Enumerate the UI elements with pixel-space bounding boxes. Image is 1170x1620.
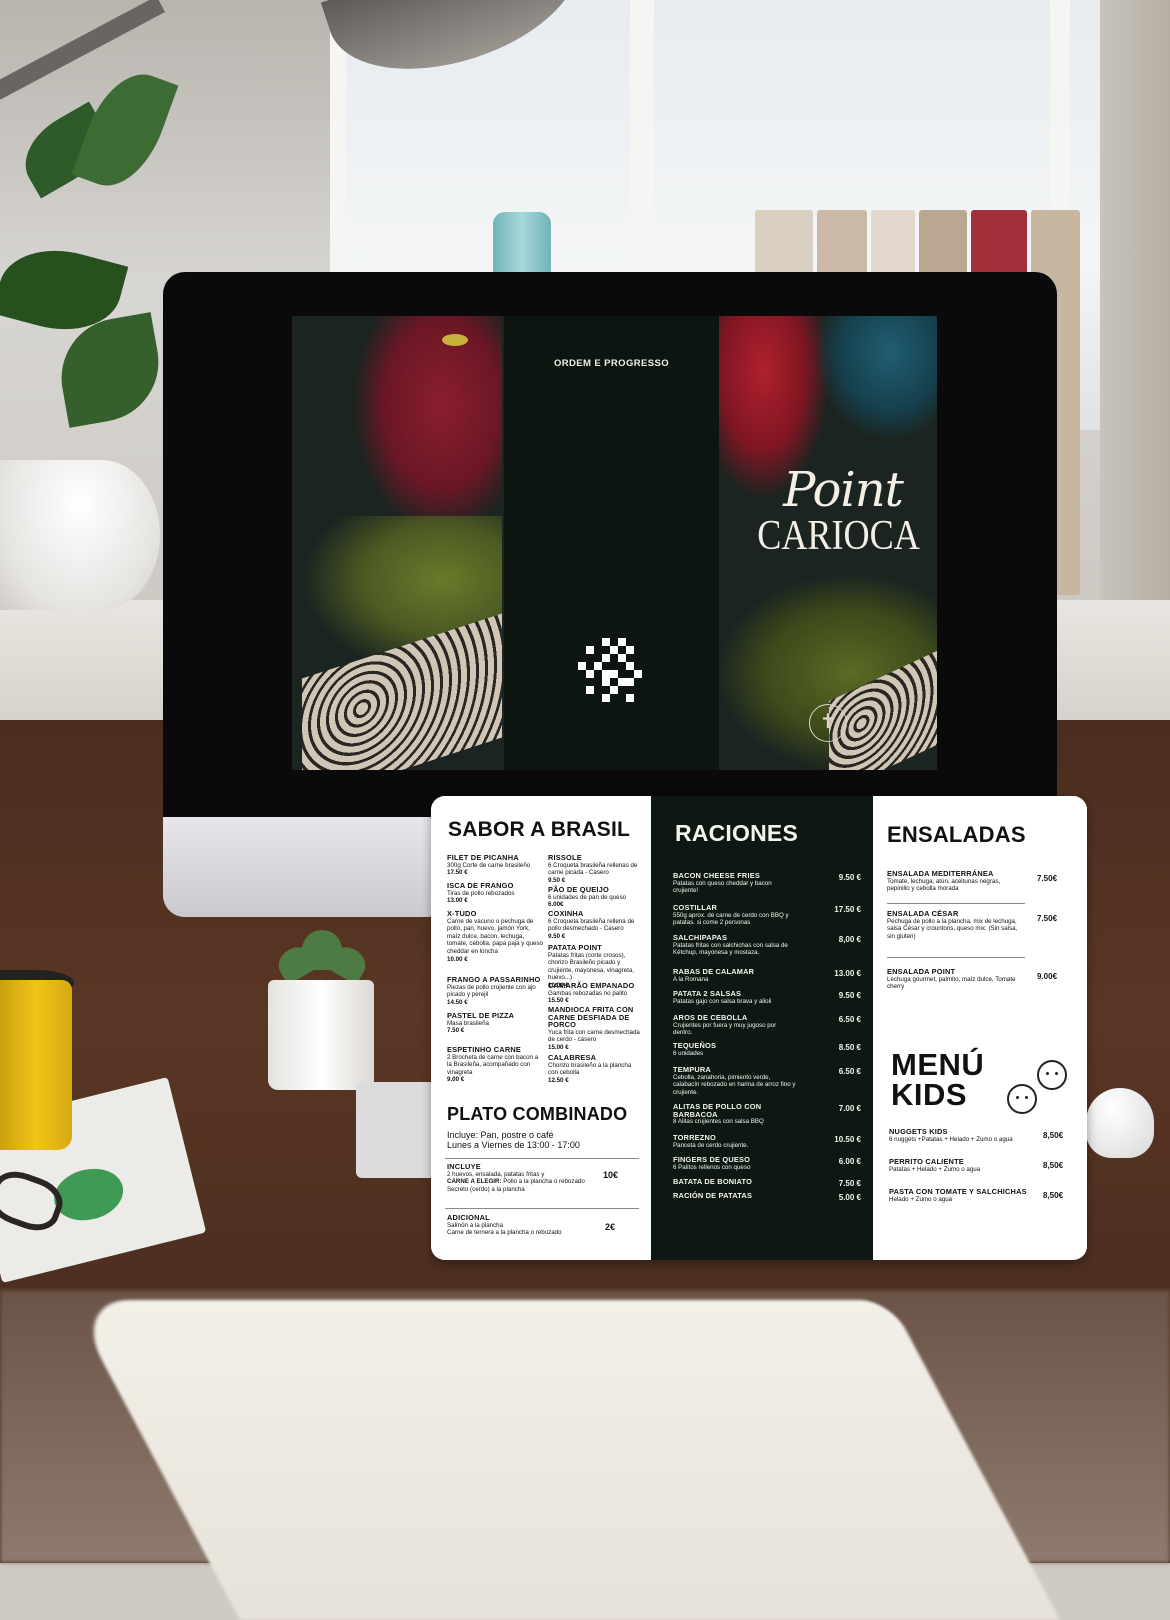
menu-item: X-TUDO Carne de vacuno o pechuga de pollo…: [447, 909, 543, 963]
menu-item: ISCA DE FRANGO Tiras de pollo rebozados 13…: [447, 881, 515, 905]
brand-caps: CARIOCA: [757, 513, 921, 559]
combinado-price: 10€: [603, 1170, 619, 1180]
item-price: 8,00 €: [838, 935, 861, 944]
divider: [887, 957, 1025, 958]
item-price: 6.50 €: [838, 1015, 861, 1024]
item-price: 7.00 €: [838, 1104, 861, 1113]
divider: [445, 1208, 639, 1209]
item-price: 5.00 €: [838, 1193, 861, 1202]
cover-left-panel: [292, 316, 504, 770]
christ-redeemer-icon: ✝: [809, 704, 847, 742]
item-price: 8.50 €: [838, 1043, 861, 1052]
menu-item: RISSOLE 6 Croqueta brasileña rellenas de …: [548, 853, 638, 884]
menu-card: SABOR A BRASIL FILET DE PICANHA 300g Cort…: [431, 796, 1087, 1260]
leopard-eye: [442, 334, 468, 346]
item-price: 10.50 €: [834, 1135, 861, 1144]
item-price: 7.50€: [1037, 874, 1058, 883]
menu-item: FINGERS DE QUESO 6 Palitos rellenos con q…: [673, 1155, 751, 1171]
menu-item: ESPETINHO CARNE 2 Brocheta de carne con b…: [447, 1045, 539, 1084]
menu-item: TEQUEÑOS 6 unidades: [673, 1041, 717, 1057]
leopard-illustration: [352, 316, 502, 536]
item-price: 8,50€: [1043, 1131, 1064, 1140]
cover-front-panel: Point CARIOCA ✝: [719, 316, 937, 770]
menu-item: TEMPURA Cebolla, zanahoria, pimiento verd…: [673, 1065, 796, 1096]
menu-column-sabor: SABOR A BRASIL FILET DE PICANHA 300g Cort…: [431, 796, 651, 1260]
combinado-incluye: INCLUYE 2 huevos, ensalada, patatas frit…: [447, 1162, 585, 1193]
combinado-adicional: ADICIONAL Salmón a la plancha Carne de t…: [447, 1213, 562, 1237]
plant-pot: [268, 980, 374, 1090]
combinado-includes: Incluye: Pan, postre o café Lunes a Vier…: [447, 1130, 580, 1150]
menu-item: BACON CHEESE FRIES Patatas con queso ched…: [673, 871, 772, 895]
water-bottle: [493, 212, 551, 274]
menu-column-raciones: RACIONES BACON CHEESE FRIES Patatas con q…: [651, 796, 873, 1260]
menu-item: BATATA DE BONIATO: [673, 1177, 753, 1186]
menu-item: FRANGO A PASSARINHO Piezas de pollo cruji…: [447, 975, 541, 1006]
divider: [887, 903, 1025, 904]
adicional-price: 2€: [605, 1222, 616, 1232]
kids-title: MENÚ KIDS: [891, 1047, 985, 1112]
kids-faces-icon: [1037, 1060, 1067, 1090]
brand-script: Point: [783, 462, 904, 518]
menu-item: RABAS DE CALAMAR A la Romana: [673, 967, 755, 983]
kids-faces-icon: [1007, 1084, 1037, 1114]
menu-item: ENSALADA MEDITERRÁNEA Tomate, lechuga, at…: [887, 869, 1001, 893]
divider: [445, 1158, 639, 1159]
item-price: 7.50€: [1037, 914, 1058, 923]
menu-item: PASTA CON TOMATE Y SALCHICHAS Helado + Zu…: [889, 1187, 1027, 1203]
menu-item: COSTILLAR 550g aprox. de carne de cerdo c…: [673, 903, 789, 927]
item-price: 9.50 €: [838, 873, 861, 882]
section-title: RACIONES: [675, 820, 799, 846]
menu-item: PATATA 2 SALSAS Patatas gajo con salsa br…: [673, 989, 772, 1005]
blue-leaves: [819, 316, 937, 436]
item-price: 13.00 €: [834, 969, 861, 978]
item-price: 8,50€: [1043, 1161, 1064, 1170]
menu-item: ENSALADA POINT Lechuga gourmet, palmito, …: [887, 967, 1016, 991]
menu-item: ENSALADA CÉSAR Pechuga de pollo a la plan…: [887, 909, 1018, 940]
item-price: 6.00 €: [838, 1157, 861, 1166]
menu-column-ensaladas: ENSALADAS MENÚ KIDS ENSALADA MEDITERRÁNE…: [873, 796, 1087, 1260]
section-title: ENSALADAS: [887, 822, 1026, 847]
cover-back-panel: ORDEM E PROGRESSO: [504, 316, 719, 770]
menu-item: COXINHA 6 Croqueta brasileña rellena de p…: [548, 909, 635, 940]
menu-item: CALABRESA Chorizo brasileño a la plancha …: [548, 1053, 632, 1084]
menu-item: ALITAS DE POLLO CON BARBACOA 8 Alitas cru…: [673, 1102, 764, 1126]
menu-item: PÃO DE QUEIJO 6 unidades de pan de queso 6…: [548, 885, 627, 909]
qr-code[interactable]: [578, 638, 642, 702]
brand-logo: Point CARIOCA: [719, 466, 937, 558]
cover-tagline: ORDEM E PROGRESSO: [553, 358, 669, 369]
item-price: 17.50 €: [834, 905, 861, 914]
item-price: 9.50 €: [838, 991, 861, 1000]
menu-item: PASTEL DE PIZZA Masa brasileña 7.50 €: [447, 1011, 515, 1035]
yellow-mug: [0, 980, 72, 1150]
item-price: 9.00€: [1037, 972, 1058, 981]
item-price: 8,50€: [1043, 1191, 1064, 1200]
mouse: [1086, 1088, 1154, 1158]
section-title: SABOR A BRASIL: [448, 818, 631, 841]
menu-item: FILET DE PICANHA 300g Corte de carne bras…: [447, 853, 531, 877]
menu-item: AROS DE CEBOLLA Crujientes por fuera y mu…: [673, 1013, 777, 1037]
item-price: 7.50 €: [838, 1179, 861, 1188]
menu-item: MANDIOCA FRITA CON CARNE DESFIADA DE POR…: [548, 1005, 640, 1051]
chair: [69, 1300, 1061, 1620]
menu-item: CAMARÃO EMPANADO Gambas rebozadas no pali…: [548, 981, 635, 1005]
section-title: PLATO COMBINADO: [447, 1104, 628, 1124]
menu-item: NUGGETS KIDS 6 nuggets +Patatas + Helado …: [889, 1127, 1013, 1143]
menu-cover: ORDEM E PROGRESSO Point CARIOCA ✝: [292, 316, 937, 770]
plant-pot: [0, 460, 160, 610]
item-price: 6.50 €: [838, 1067, 861, 1076]
menu-item: TORREZNO Panceta de cerdo crujiente.: [673, 1133, 749, 1149]
menu-item: SALCHIPAPAS Patatas fritas con salchichas…: [673, 933, 788, 957]
menu-item: RACIÓN DE PATATAS: [673, 1191, 753, 1200]
menu-item: PERRITO CALIENTE Patatas + Helado + Zumo …: [889, 1157, 981, 1173]
